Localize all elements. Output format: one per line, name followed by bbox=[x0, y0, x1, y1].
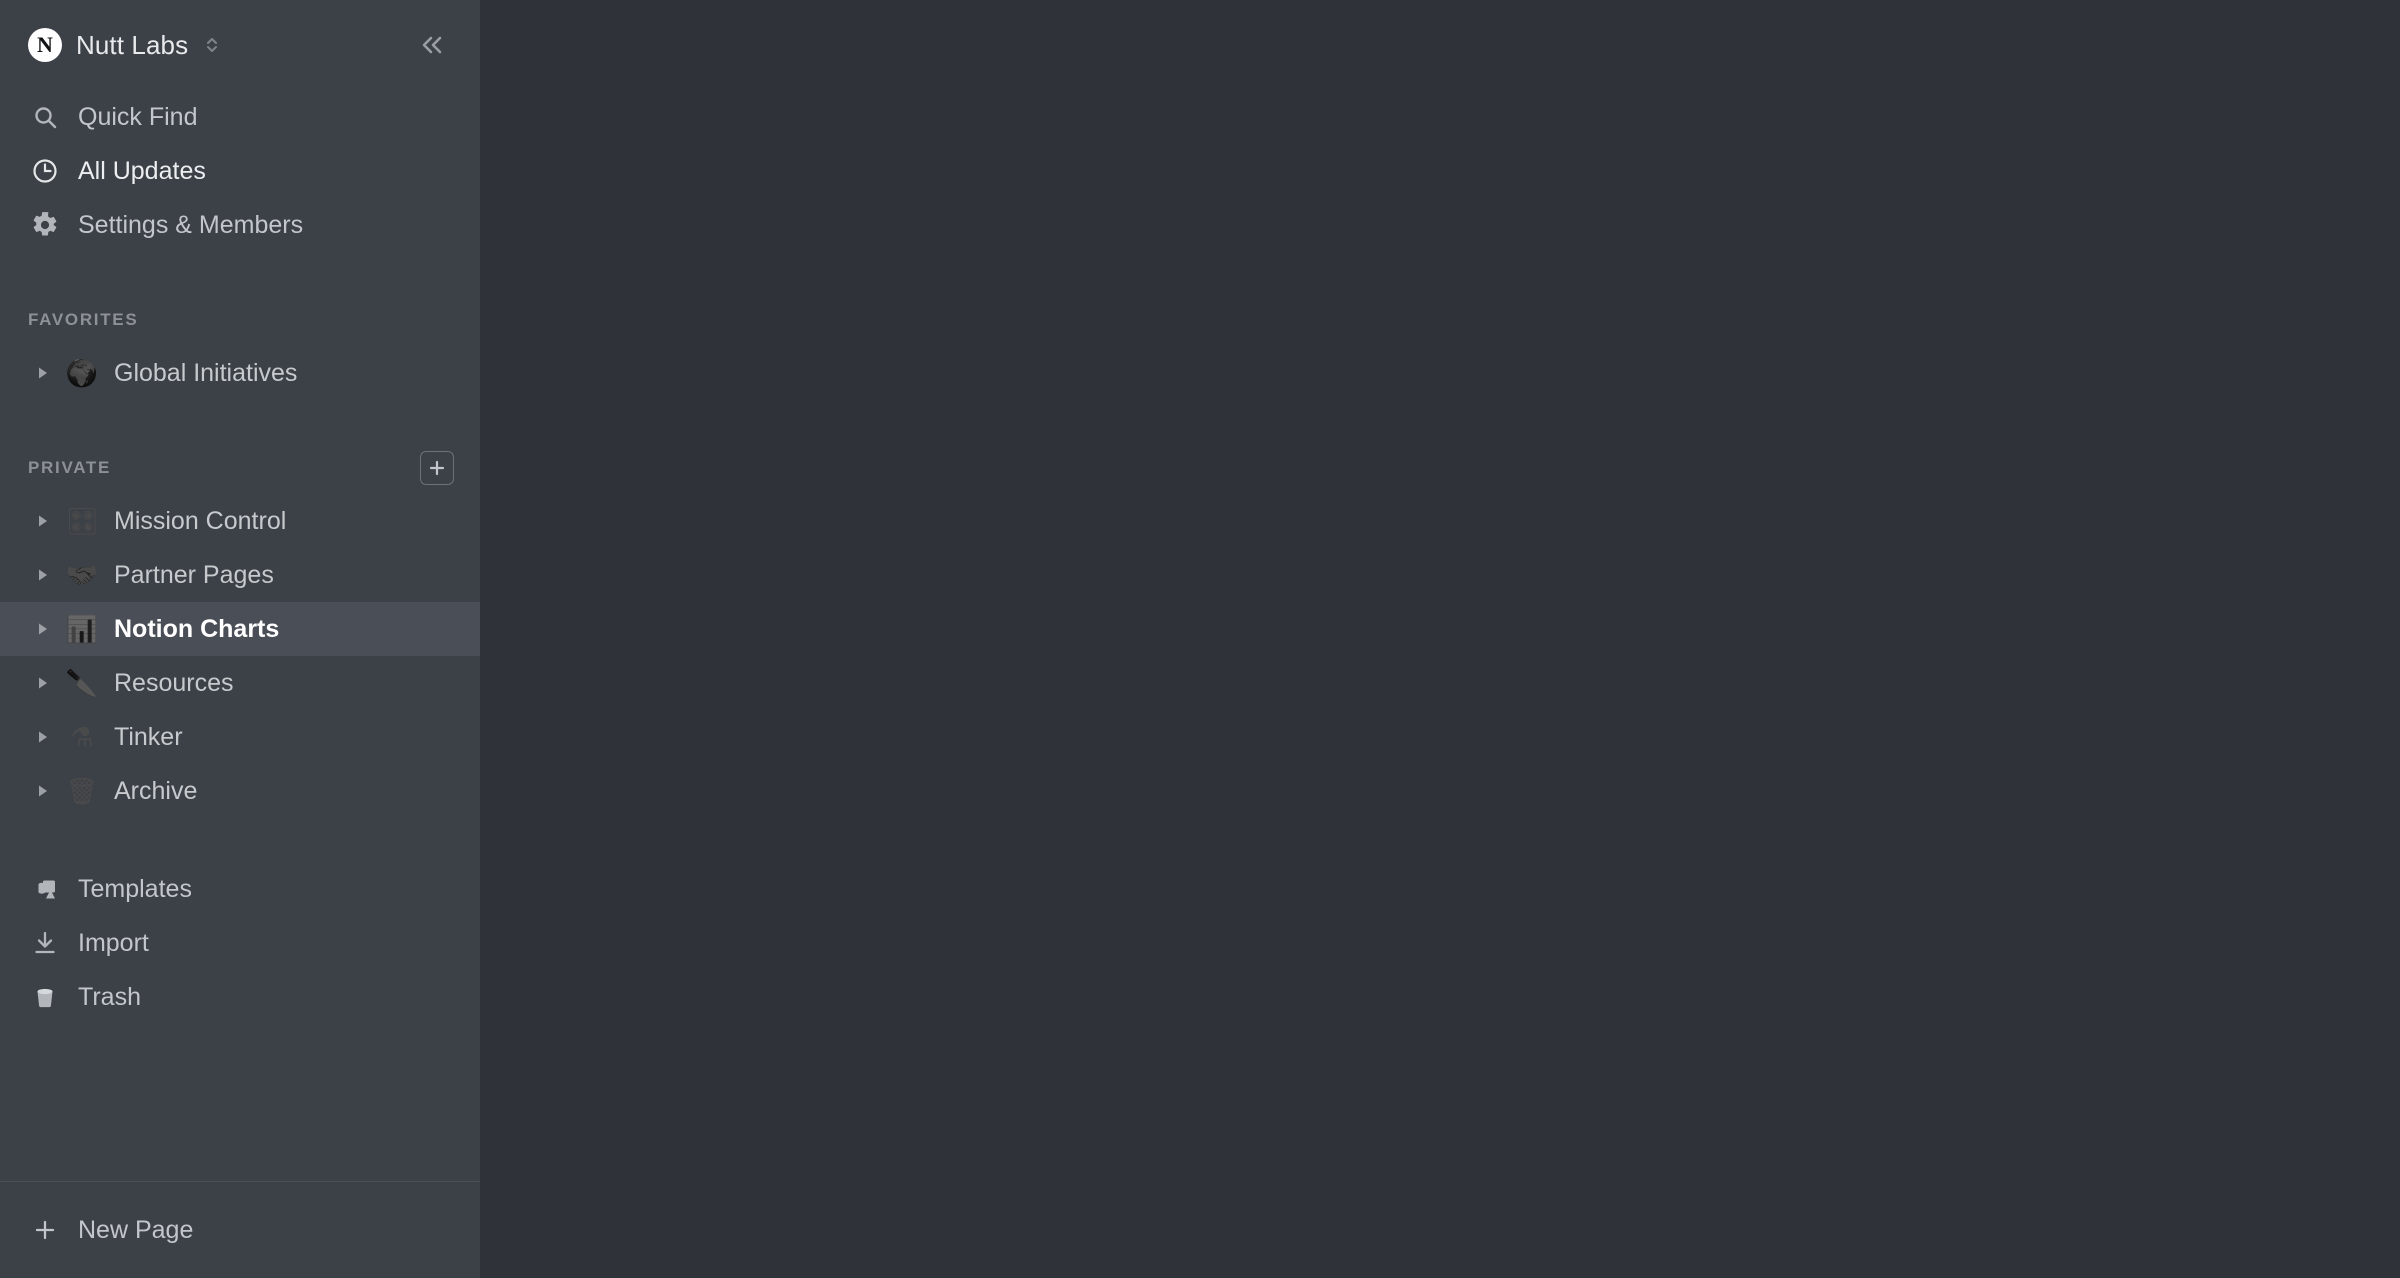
wastebasket-icon: 🗑 bbox=[65, 776, 99, 806]
nav-item-settings-members[interactable]: Settings & Members bbox=[0, 198, 480, 252]
swiss-army-knife-icon: 🔪 bbox=[65, 668, 99, 698]
nav-label: Settings & Members bbox=[78, 210, 304, 239]
sidebar: N Nutt Labs Quick Find All Updates Setti… bbox=[0, 0, 480, 1278]
nav-item-quick-find[interactable]: Quick Find bbox=[0, 90, 480, 144]
clock-icon bbox=[28, 157, 62, 185]
main-content-area bbox=[480, 0, 2400, 1278]
add-page-button[interactable] bbox=[420, 451, 454, 485]
page-label: Partner Pages bbox=[114, 560, 274, 589]
control-knobs-icon: 🎛 bbox=[65, 506, 99, 536]
page-row-mission-control[interactable]: 🎛 Mission Control bbox=[0, 494, 480, 548]
workspace-header: N Nutt Labs bbox=[0, 0, 480, 90]
nav-item-templates[interactable]: Templates bbox=[0, 862, 480, 916]
page-label: Mission Control bbox=[114, 506, 287, 535]
section-private-header: PRIVATE bbox=[0, 442, 480, 494]
page-row-resources[interactable]: 🔪 Resources bbox=[0, 656, 480, 710]
workspace-avatar: N bbox=[28, 28, 62, 62]
page-row-archive[interactable]: 🗑 Archive bbox=[0, 764, 480, 818]
globe-icon: 🌍 bbox=[65, 358, 99, 388]
nav-item-import[interactable]: Import bbox=[0, 916, 480, 970]
search-icon bbox=[28, 104, 62, 131]
workspace-name: Nutt Labs bbox=[76, 29, 189, 60]
page-row-notion-charts[interactable]: 📊 Notion Charts bbox=[0, 602, 480, 656]
pie-chart-icon: 📊 bbox=[65, 614, 99, 644]
handshake-icon: 🤝 bbox=[65, 560, 99, 590]
page-row-tinker[interactable]: ⚗ Tinker bbox=[0, 710, 480, 764]
section-favorites-header: FAVORITES bbox=[0, 294, 480, 346]
nav-item-trash[interactable]: Trash bbox=[0, 970, 480, 1024]
nav-item-all-updates[interactable]: All Updates bbox=[0, 144, 480, 198]
nav-label: Quick Find bbox=[78, 102, 198, 131]
trash-icon bbox=[28, 983, 62, 1011]
nav-label: Trash bbox=[78, 982, 141, 1011]
gear-icon bbox=[28, 211, 62, 239]
sidebar-scroll-area: N Nutt Labs Quick Find All Updates Setti… bbox=[0, 0, 480, 1181]
page-label: Archive bbox=[114, 776, 198, 805]
nav-label: All Updates bbox=[78, 156, 206, 185]
page-label: Tinker bbox=[114, 722, 183, 751]
disclosure-triangle-icon[interactable] bbox=[30, 365, 56, 381]
disclosure-triangle-icon[interactable] bbox=[30, 783, 56, 799]
collapse-sidebar-button[interactable] bbox=[410, 23, 454, 67]
new-page-label: New Page bbox=[78, 1215, 194, 1244]
plus-icon bbox=[28, 1216, 62, 1244]
disclosure-triangle-icon[interactable] bbox=[30, 567, 56, 583]
shapes-icon bbox=[28, 875, 62, 903]
section-label: PRIVATE bbox=[28, 458, 112, 477]
disclosure-triangle-icon[interactable] bbox=[30, 729, 56, 745]
disclosure-triangle-icon[interactable] bbox=[30, 513, 56, 529]
nav-label: Import bbox=[78, 928, 149, 957]
page-row-global-initiatives[interactable]: 🌍 Global Initiatives bbox=[0, 346, 480, 400]
workspace-switcher[interactable]: N Nutt Labs bbox=[28, 28, 410, 62]
nav-label: Templates bbox=[78, 874, 192, 903]
app-window: N Nutt Labs Quick Find All Updates Setti… bbox=[0, 0, 2400, 1278]
section-label: FAVORITES bbox=[28, 310, 139, 329]
new-page-button[interactable]: New Page bbox=[0, 1182, 480, 1278]
sidebar-footer: New Page bbox=[0, 1181, 480, 1278]
disclosure-triangle-icon[interactable] bbox=[30, 675, 56, 691]
alembic-icon: ⚗ bbox=[70, 722, 94, 752]
disclosure-triangle-icon[interactable] bbox=[30, 621, 56, 637]
page-label: Global Initiatives bbox=[114, 358, 298, 387]
page-row-partner-pages[interactable]: 🤝 Partner Pages bbox=[0, 548, 480, 602]
chevron-up-down-icon bbox=[204, 32, 220, 58]
page-label: Resources bbox=[114, 668, 234, 697]
download-icon bbox=[28, 929, 62, 957]
page-label: Notion Charts bbox=[114, 614, 280, 643]
